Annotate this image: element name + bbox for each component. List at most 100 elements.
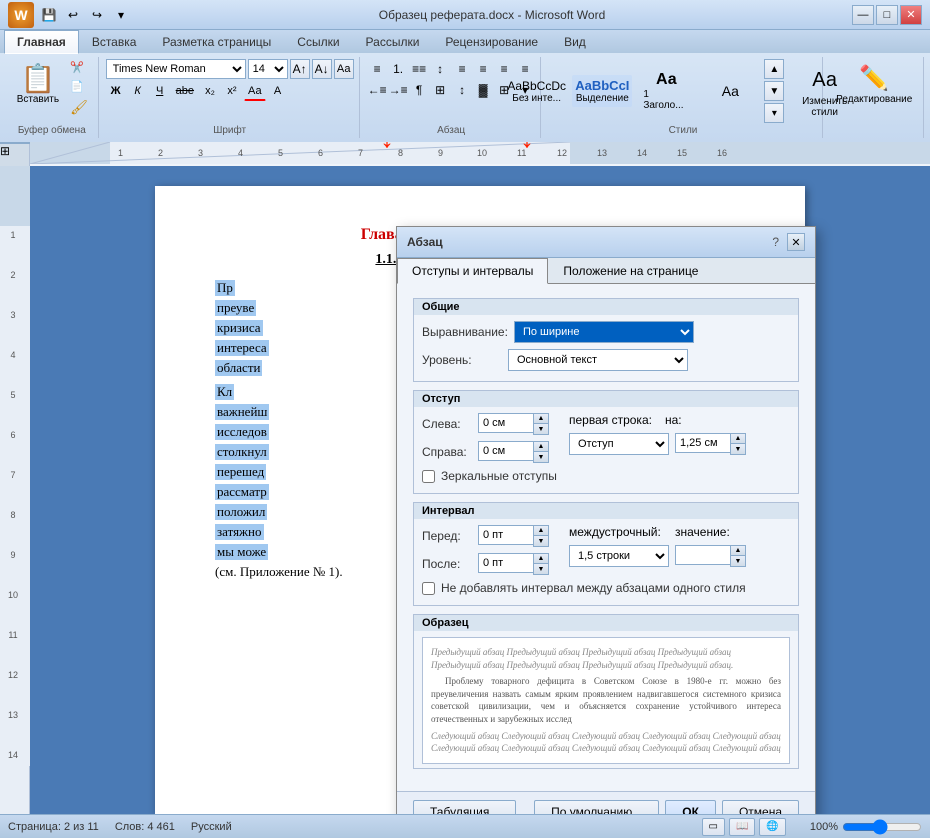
zoom-slider[interactable] [842, 821, 922, 833]
clear-format-button[interactable]: Аа [334, 59, 354, 79]
indent-left-up[interactable]: ▲ [534, 414, 548, 424]
para-marks-button[interactable]: ¶ [409, 80, 429, 100]
alignment-label: Выравнивание: [422, 325, 508, 339]
before-down[interactable]: ▼ [534, 536, 548, 546]
no-add-checkbox[interactable] [422, 582, 435, 595]
before-input-group: ▲ ▼ [478, 525, 549, 547]
line-spacing-select[interactable]: 1,5 строки [569, 545, 669, 567]
tab-references[interactable]: Ссылки [284, 30, 352, 53]
style-heading2[interactable]: Аа 1 Заголо... [636, 68, 696, 114]
tabs-button[interactable]: Табуляция... [413, 800, 516, 814]
style-normal[interactable]: AaBbCcDc Без инте... [505, 76, 568, 107]
mirror-label: Зеркальные отступы [441, 469, 557, 483]
tab-view[interactable]: Вид [551, 30, 599, 53]
after-up[interactable]: ▲ [534, 554, 548, 564]
before-up[interactable]: ▲ [534, 526, 548, 536]
on-label: на: [665, 413, 685, 427]
undo-button[interactable]: ↩ [62, 4, 84, 26]
view-read[interactable]: 📖 [729, 818, 755, 836]
view-web[interactable]: 🌐 [759, 818, 785, 836]
bullets-button[interactable]: ≡ [367, 59, 387, 79]
strikethrough-button[interactable]: abe [172, 81, 198, 101]
font-name-select[interactable]: Times New Roman [106, 59, 246, 79]
mirror-checkbox[interactable] [422, 470, 435, 483]
align-left-button[interactable]: ≡ [452, 59, 472, 79]
multilevel-button[interactable]: ≡≡ [409, 59, 429, 79]
on-value-input[interactable] [675, 433, 730, 453]
style-heading3[interactable]: Аа [700, 80, 760, 102]
italic-button[interactable]: К [128, 81, 148, 101]
copy-button[interactable]: 📄 [66, 78, 92, 95]
underline-button[interactable]: Ч [150, 81, 170, 101]
subscript-button[interactable]: x₂ [200, 81, 220, 101]
indent-left-input[interactable] [478, 413, 533, 433]
redo-button[interactable]: ↪ [86, 4, 108, 26]
editing-button[interactable]: ✏️ Редактирование [831, 59, 917, 108]
value-input[interactable] [675, 545, 730, 565]
shading-button[interactable]: ▓ [473, 80, 493, 100]
cancel-button[interactable]: Отмена [722, 800, 799, 814]
indent-right-up[interactable]: ▲ [534, 442, 548, 452]
increase-indent-button[interactable]: →≡ [388, 80, 408, 100]
alignment-select[interactable]: По ширине [514, 321, 694, 343]
on-value-down[interactable]: ▼ [731, 444, 745, 454]
value-down[interactable]: ▼ [731, 556, 745, 566]
dialog-close-button[interactable]: ✕ [787, 233, 805, 251]
before-input[interactable] [478, 525, 533, 545]
indent-right-input[interactable] [478, 441, 533, 461]
ruler-svg: 1 2 3 4 5 6 7 8 9 10 11 12 13 14 15 16 [30, 142, 930, 164]
first-line-select[interactable]: Отступ [569, 433, 669, 455]
maximize-button[interactable]: □ [876, 5, 898, 25]
after-down[interactable]: ▼ [534, 564, 548, 574]
ok-button[interactable]: ОК [665, 800, 716, 814]
format-painter-button[interactable]: 🖌 [66, 97, 92, 118]
on-value-up[interactable]: ▲ [731, 434, 745, 444]
after-input[interactable] [478, 553, 533, 573]
indent-left-row: Слева: ▲ ▼ [422, 413, 549, 435]
default-button[interactable]: По умолчанию... [534, 800, 659, 814]
indent-left-input-group: ▲ ▼ [478, 413, 549, 435]
minimize-button[interactable]: — [852, 5, 874, 25]
expand-styles[interactable]: ▾ [764, 103, 784, 123]
tab-insert[interactable]: Вставка [79, 30, 150, 53]
tab-home[interactable]: Главная [4, 30, 79, 54]
indent-right-down[interactable]: ▼ [534, 452, 548, 462]
decrease-indent-button[interactable]: ←≡ [367, 80, 387, 100]
styles-content: AaBbCcDc Без инте... AaBbCcI Выделение А… [505, 59, 861, 123]
style-heading1[interactable]: AaBbCcI Выделение [572, 75, 632, 107]
svg-text:12: 12 [557, 148, 567, 158]
dialog-tab-position[interactable]: Положение на странице [548, 258, 713, 284]
dialog-tabs: Отступы и интервалы Положение на страниц… [397, 258, 815, 284]
increase-font-button[interactable]: A↑ [290, 59, 310, 79]
numbering-button[interactable]: 1. [388, 59, 408, 79]
scroll-styles-down[interactable]: ▼ [764, 81, 784, 101]
scroll-styles-up[interactable]: ▲ [764, 59, 784, 79]
line-spacing-button[interactable]: ↕ [452, 80, 472, 100]
save-button[interactable]: 💾 [38, 4, 60, 26]
dialog-help-icon[interactable]: ? [772, 235, 779, 249]
text-color-button[interactable]: Аа [244, 81, 266, 101]
align-center-button[interactable]: ≡ [473, 59, 493, 79]
bold-button[interactable]: Ж [106, 81, 126, 101]
superscript-button[interactable]: x² [222, 81, 242, 101]
decrease-font-button[interactable]: A↓ [312, 59, 332, 79]
close-window-button[interactable]: ✕ [900, 5, 922, 25]
cut-button[interactable]: ✂️ [66, 59, 92, 76]
highlight-button[interactable]: A [268, 81, 288, 101]
view-print[interactable]: ▭ [702, 818, 725, 836]
level-select[interactable]: Основной текст [508, 349, 688, 371]
sort-button[interactable]: ↕ [430, 59, 450, 79]
editing-icon: ✏️ [858, 62, 890, 94]
tab-review[interactable]: Рецензирование [432, 30, 551, 53]
borders-button[interactable]: ⊞ [430, 80, 450, 100]
dialog-tab-indent[interactable]: Отступы и интервалы [397, 258, 548, 284]
tab-page-layout[interactable]: Разметка страницы [149, 30, 284, 53]
value-up[interactable]: ▲ [731, 546, 745, 556]
font-size-select[interactable]: 14 [248, 59, 288, 79]
paste-button[interactable]: 📋 Вставить [12, 59, 64, 108]
font-format-row: Ж К Ч abe x₂ x² Аа A [106, 81, 288, 101]
ruler-corner[interactable]: ⊞ [0, 144, 30, 166]
tab-mailings[interactable]: Рассылки [353, 30, 433, 53]
customize-qa[interactable]: ▾ [110, 4, 132, 26]
indent-left-down[interactable]: ▼ [534, 424, 548, 434]
